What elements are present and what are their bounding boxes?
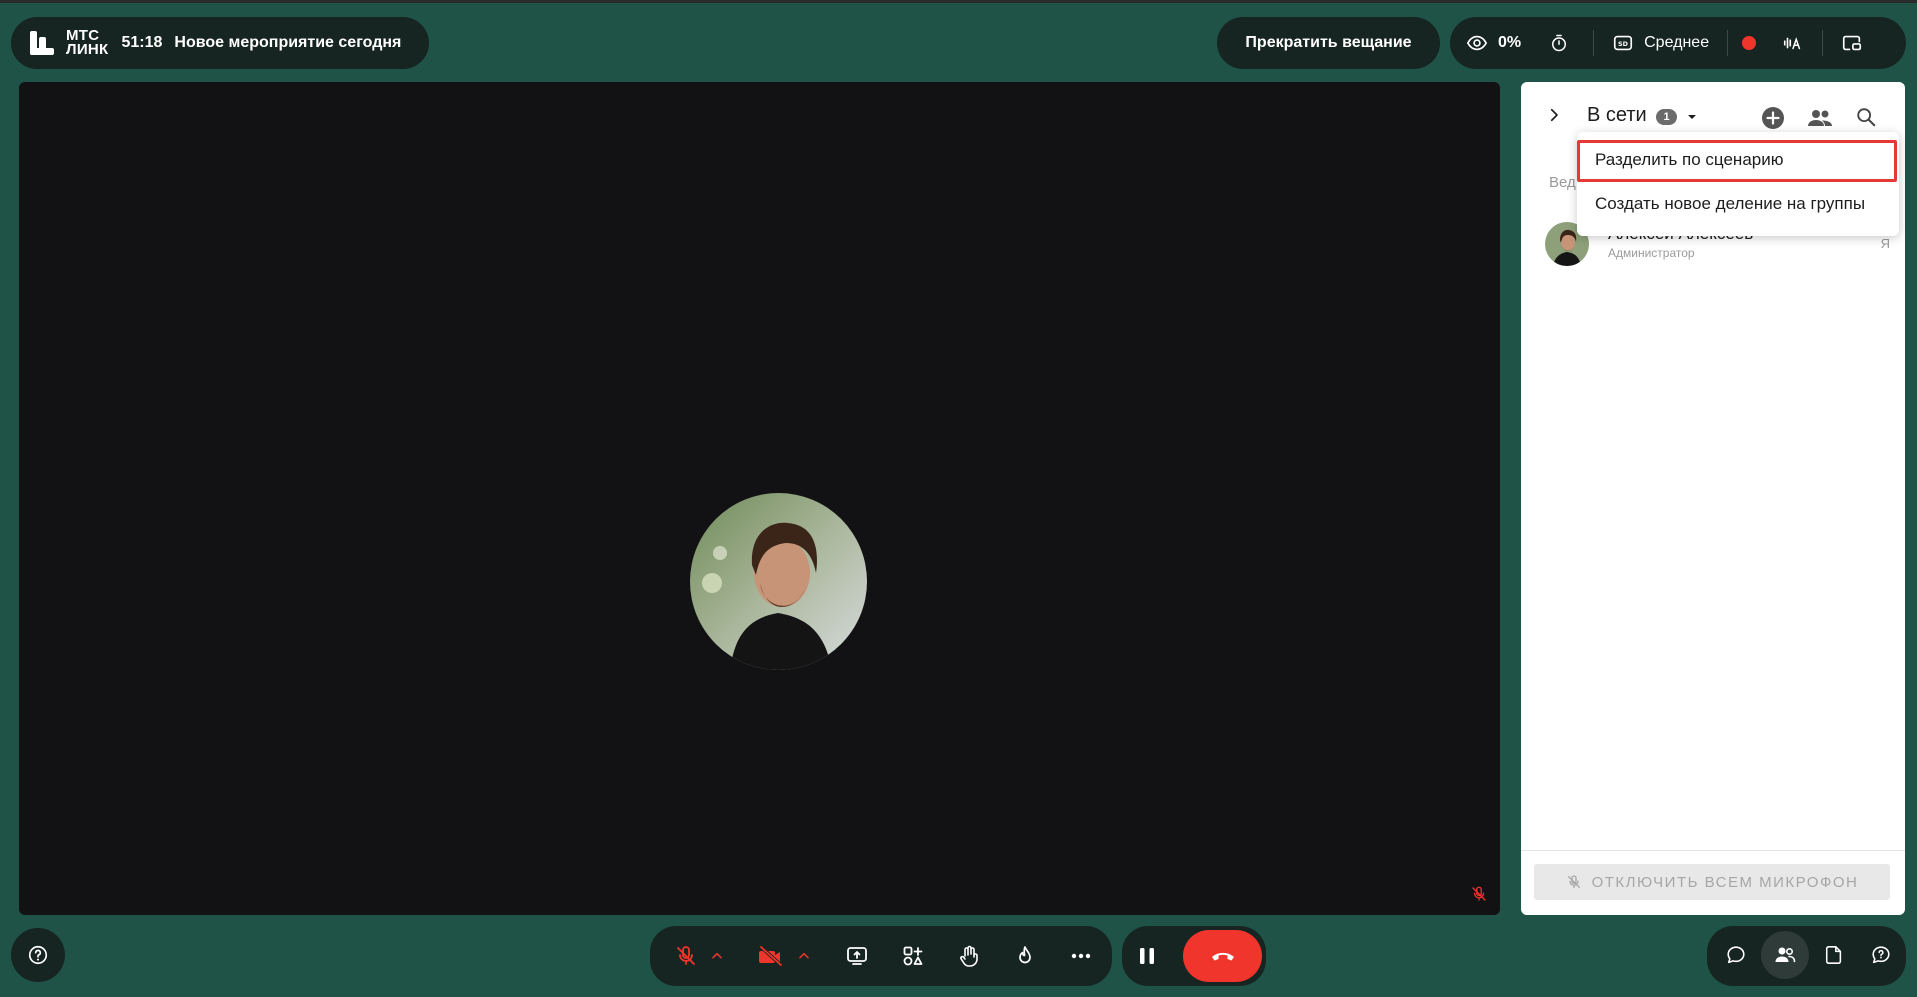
- audio-wave-icon: [1784, 37, 1801, 50]
- participant-role: Администратор: [1608, 246, 1695, 260]
- event-timer: 51:18: [121, 34, 163, 51]
- document-icon: [1825, 946, 1842, 964]
- chevron-up-icon: [799, 952, 809, 959]
- video-quality-icon: SD: [1614, 35, 1633, 51]
- apps-button[interactable]: [890, 926, 936, 986]
- chevron-right-icon: [1550, 108, 1558, 122]
- hosts-section-label: Вед: [1549, 174, 1576, 191]
- picture-in-picture-icon: [1843, 35, 1862, 51]
- more-horizontal-icon: [1071, 953, 1091, 959]
- files-button[interactable]: [1810, 931, 1858, 979]
- online-count-badge: 1: [1656, 109, 1677, 125]
- mic-off-icon: [1567, 875, 1580, 888]
- separator: [1822, 30, 1824, 56]
- more-options-button[interactable]: [1058, 926, 1104, 986]
- chevron-up-icon: [712, 952, 722, 959]
- stopwatch-icon: [1552, 34, 1567, 52]
- flame-icon: [1019, 946, 1031, 964]
- record-dot-icon: [1742, 36, 1757, 50]
- reactions-button[interactable]: [1002, 926, 1048, 986]
- microphone-options-toggle[interactable]: [706, 926, 728, 986]
- caret-down-icon: [1688, 115, 1696, 119]
- svg-text:SD: SD: [1618, 40, 1628, 48]
- hang-up-icon: [1211, 952, 1234, 961]
- separator: [1727, 30, 1729, 56]
- stage-muted-mic-icon: [1470, 885, 1488, 903]
- participants-button[interactable]: [1761, 931, 1809, 979]
- camera-options-toggle[interactable]: [793, 926, 815, 986]
- mts-link-logo: МТС ЛИНК: [29, 28, 109, 58]
- screen-share-button[interactable]: [834, 926, 880, 986]
- event-info-bar: МТС ЛИНК 51:18 Новое мероприятие сегодня: [11, 17, 429, 69]
- camera-toggle[interactable]: [750, 926, 792, 986]
- online-filter-dropdown[interactable]: [1684, 109, 1700, 125]
- menu-item-create-new-groups[interactable]: Создать новое деление на группы: [1595, 194, 1865, 214]
- participants-icon: [1775, 947, 1796, 963]
- separator: [1593, 30, 1595, 56]
- brand-name: МТС ЛИНК: [66, 28, 109, 58]
- search-participants-button[interactable]: [1855, 106, 1877, 128]
- video-stage: [19, 82, 1500, 915]
- screen-share-icon: [847, 947, 867, 965]
- add-group-button[interactable]: [1761, 106, 1785, 130]
- quality-label: Среднее: [1644, 34, 1710, 51]
- add-apps-icon: [903, 946, 923, 966]
- views-percent: 0%: [1498, 34, 1522, 51]
- group-split-menu: Разделить по сценарию Создать новое деле…: [1577, 132, 1899, 236]
- call-controls-bar: [1122, 926, 1266, 986]
- picture-in-picture-button[interactable]: [1841, 17, 1863, 69]
- timer-button[interactable]: [1549, 17, 1569, 69]
- hand-icon: [960, 945, 978, 967]
- menu-item-split-by-scenario[interactable]: Разделить по сценарию: [1595, 150, 1783, 170]
- views-indicator[interactable]: 0%: [1466, 17, 1521, 69]
- search-icon: [1857, 108, 1876, 127]
- window-top-border: [0, 0, 1917, 3]
- event-title: Новое мероприятие сегодня: [174, 34, 402, 51]
- eye-icon: [1466, 35, 1488, 51]
- chat-button[interactable]: [1712, 931, 1760, 979]
- pause-broadcast-button[interactable]: [1136, 944, 1158, 968]
- mute-all-microphones-button[interactable]: ОТКЛЮЧИТЬ ВСЕМ МИКРОФОН: [1534, 864, 1890, 900]
- collapse-panel-button[interactable]: [1545, 106, 1563, 124]
- people-icon: [1808, 110, 1832, 126]
- status-bar: 0% SD Среднее: [1450, 17, 1906, 69]
- panel-footer: ОТКЛЮЧИТЬ ВСЕМ МИКРОФОН: [1521, 850, 1905, 915]
- stop-broadcast-button[interactable]: Прекратить вещание: [1217, 17, 1440, 69]
- pause-icon: [1140, 948, 1154, 964]
- question-circle-icon: [28, 945, 48, 965]
- help-button[interactable]: [11, 928, 65, 982]
- participants-panel: В сети 1 Вед Администратор Я Разделить п…: [1521, 82, 1905, 915]
- online-tab-title[interactable]: В сети: [1587, 104, 1647, 127]
- mts-link-logo-icon: [30, 31, 54, 55]
- mic-off-icon: [677, 946, 695, 965]
- media-controls-bar: [650, 926, 1112, 986]
- qa-button[interactable]: [1857, 931, 1905, 979]
- chat-bubble-icon: [1727, 946, 1745, 964]
- participant-me-label: Я: [1880, 236, 1890, 251]
- speaker-photo: [690, 493, 867, 670]
- noise-suppression-button[interactable]: [1782, 17, 1804, 69]
- plus-circle-icon: [1762, 107, 1784, 129]
- microphone-toggle[interactable]: [666, 926, 706, 986]
- recording-indicator[interactable]: [1742, 17, 1757, 69]
- raise-hand-button[interactable]: [946, 926, 992, 986]
- camera-off-icon: [759, 945, 783, 967]
- speaker-avatar: [690, 493, 867, 670]
- quality-selector[interactable]: SD Среднее: [1612, 17, 1709, 69]
- leave-call-button[interactable]: [1183, 930, 1262, 982]
- groups-button[interactable]: [1807, 106, 1833, 130]
- mute-all-label: ОТКЛЮЧИТЬ ВСЕМ МИКРОФОН: [1591, 873, 1859, 891]
- question-bubble-icon: [1872, 946, 1890, 964]
- brand-line-2: ЛИНК: [66, 41, 109, 58]
- sidebar-toggle-bar: [1707, 926, 1906, 986]
